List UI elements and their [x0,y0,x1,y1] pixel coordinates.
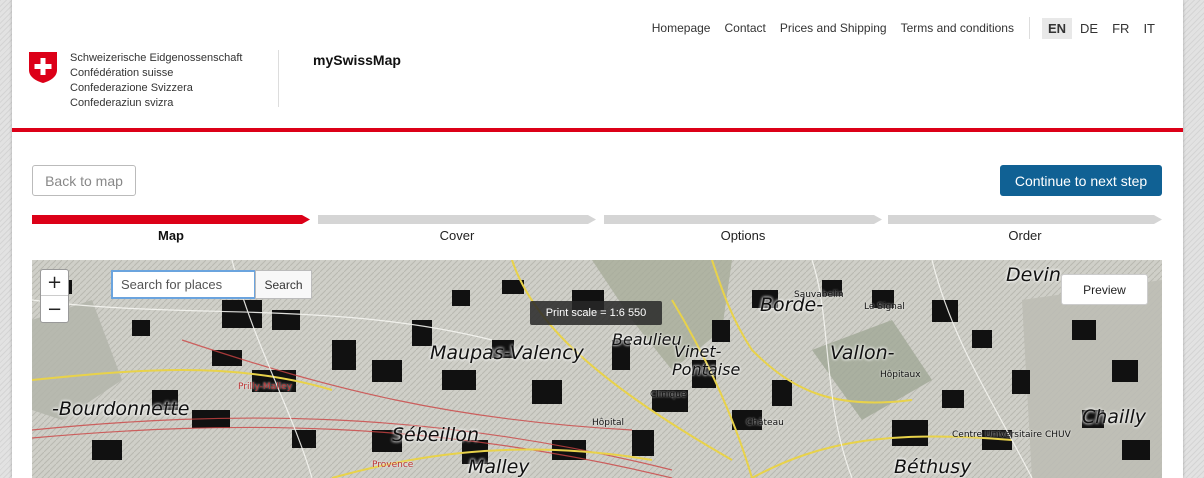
confederation-de: Schweizerische Eidgenossenschaft [70,52,243,64]
step-progress: Map Cover Options Order [32,215,1162,245]
step-bar [318,215,596,224]
map-label-bethusy: Béthusy [894,456,972,478]
zoom-out-button[interactable]: − [41,296,68,322]
confederation-brand[interactable]: Schweizerische Eidgenossenschaft Confédé… [28,51,242,111]
nav-link-homepage[interactable]: Homepage [652,21,711,35]
language-switcher: EN DE FR IT [1040,17,1161,39]
language-en[interactable]: EN [1041,17,1073,39]
confederation-fr: Confédération suisse [70,67,174,79]
confederation-name: Schweizerische Eidgenossenschaft Confédé… [70,51,242,111]
map-label-vinet: Vinet- [674,342,722,361]
confederation-rm: Confederaziun svizra [70,97,174,109]
nav-link-terms[interactable]: Terms and conditions [901,21,1014,35]
continue-next-step-button[interactable]: Continue to next step [1000,165,1162,196]
top-navigation: Homepage Contact Prices and Shipping Ter… [638,17,1161,39]
step-order[interactable]: Order [888,215,1162,245]
app-title: mySwissMap [313,52,401,68]
search-button[interactable]: Search [255,270,312,299]
nav-divider [1028,17,1030,39]
map-label-maupas: Maupas-Valency [430,342,584,364]
step-options[interactable]: Options [604,215,882,245]
map-label-chailly: Chailly [1082,406,1147,428]
header-divider [278,50,279,107]
zoom-in-button[interactable]: + [41,270,68,296]
step-label: Cover [439,228,475,243]
map-label-clinique: Clinique [650,390,687,400]
map-label-devin: Devin [1006,264,1061,286]
confederation-it: Confederazione Svizzera [70,82,193,94]
swiss-flag-icon [28,51,58,84]
step-bar [604,215,882,224]
map-label-chateau: Château [746,418,784,428]
header-red-bar [12,128,1183,132]
step-label: Order [1008,228,1042,243]
map-label-pontaise: Pontaise [672,360,741,379]
map-label-provence: Provence [372,460,414,470]
step-label: Options [720,228,766,243]
map-label-chuv: Centre Universitaire CHUV [952,430,1071,440]
map-label-malley: Malley [468,456,530,478]
print-scale-tooltip: Print scale = 1:6 550 [530,301,662,325]
back-to-map-button[interactable]: Back to map [32,165,136,196]
step-map[interactable]: Map [32,215,310,245]
map-label-sauvabelin: Sauvabelin [794,290,844,300]
language-it[interactable]: IT [1137,18,1161,39]
language-de[interactable]: DE [1074,18,1104,39]
map-label-bourdonnette: -Bourdonnette [52,398,190,420]
map-label-beaulieu: Beaulieu [612,330,682,349]
page: Homepage Contact Prices and Shipping Ter… [12,0,1183,478]
search-places-input[interactable] [111,270,256,299]
nav-link-prices-shipping[interactable]: Prices and Shipping [780,21,887,35]
map-viewport[interactable]: Maupas-Valency -Bourdonnette Sébeillon M… [32,260,1162,478]
language-fr[interactable]: FR [1106,18,1135,39]
map-label-hopital: Hôpital [592,418,625,428]
zoom-control: + − [40,269,69,323]
map-label-vallon: Vallon- [830,342,895,364]
step-bar [32,215,310,224]
map-label-signal: Le Signal [864,302,905,312]
preview-button[interactable]: Preview [1061,274,1148,305]
step-label: Map [158,228,184,243]
nav-link-contact[interactable]: Contact [724,21,765,35]
map-label-sebeillon: Sébeillon [392,424,480,446]
map-label-prilly: Prilly-Malley [238,382,293,392]
map-label-hopitaux: Hôpitaux [880,370,921,380]
step-cover[interactable]: Cover [318,215,596,245]
step-bar [888,215,1162,224]
